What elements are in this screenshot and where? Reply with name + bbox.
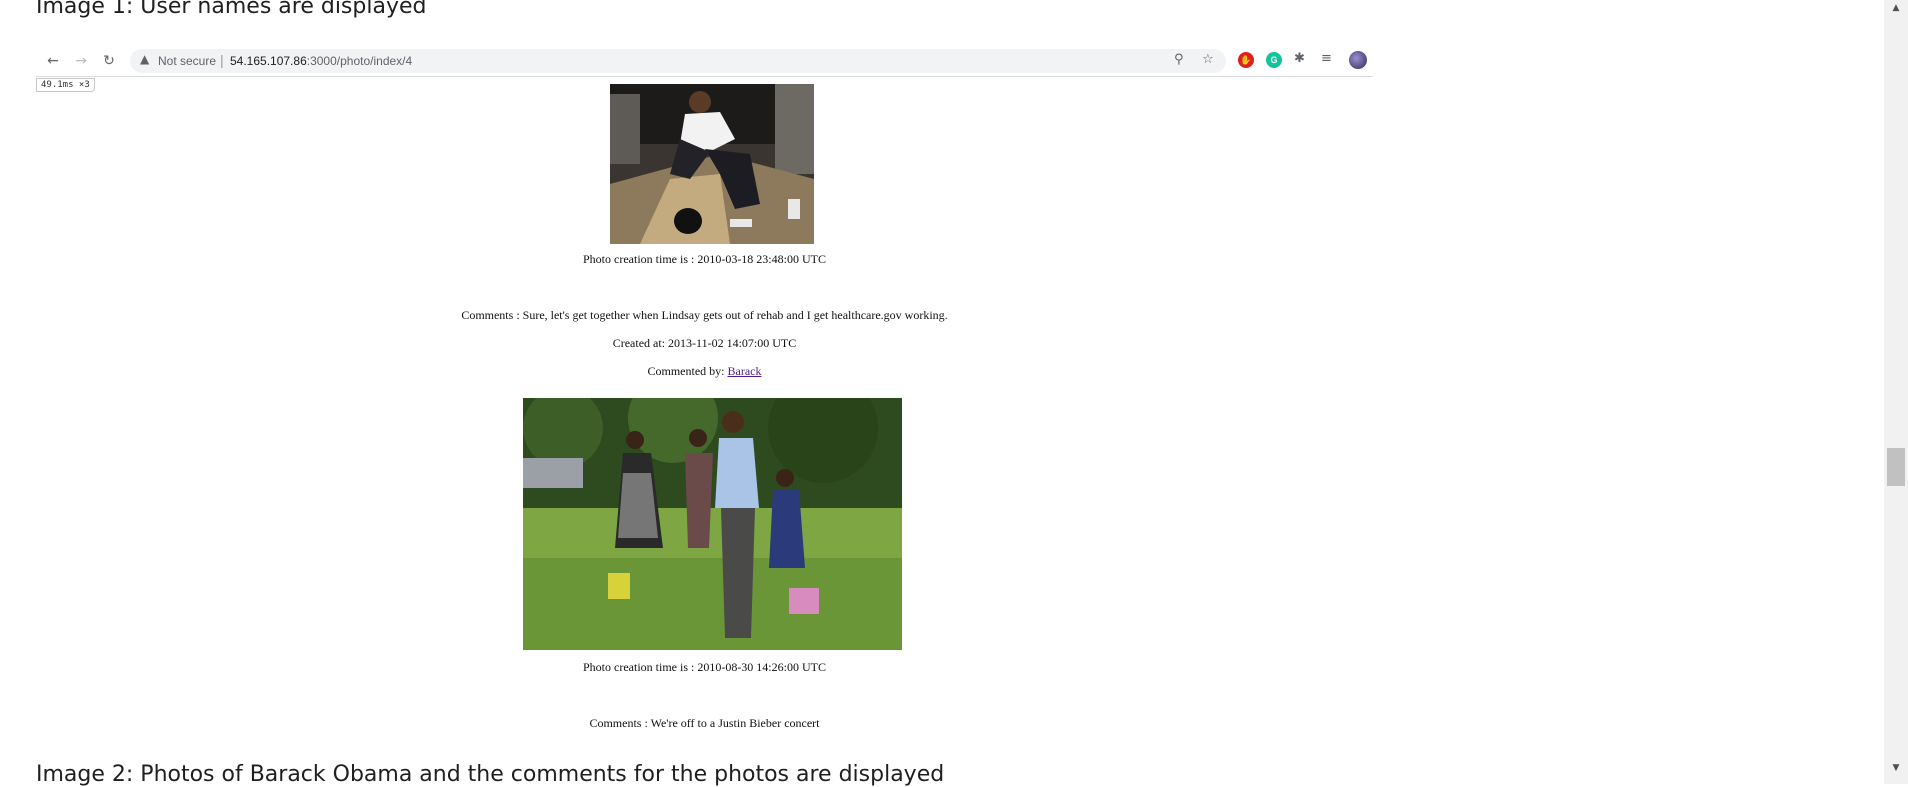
scroll-up-icon[interactable]: ▲: [1884, 0, 1908, 16]
reload-icon[interactable]: ↻: [98, 50, 120, 72]
address-url[interactable]: 54.165.107.86:3000/photo/index/4: [230, 54, 412, 68]
reading-list-icon[interactable]: ≡: [1321, 51, 1332, 66]
comment-author: Commented by: Barack: [36, 364, 1373, 378]
photo-creation-time: Photo creation time is : 2010-03-18 23:4…: [583, 252, 826, 266]
comment-text: Comments : We're off to a Justin Bieber …: [589, 716, 820, 730]
warning-triangle-icon: ▲: [140, 52, 150, 66]
magnifier-icon[interactable]: ⚲: [1174, 52, 1184, 67]
scrollbar-thumb[interactable]: [1887, 448, 1905, 486]
photo-creation-time: Photo creation time is : 2010-08-30 14:2…: [583, 660, 826, 674]
timer-badge: 49.1ms ×3: [36, 78, 95, 92]
url-rest: :3000/photo/index/4: [306, 54, 413, 68]
browser-toolbar: ← → ↻ ▲ Not secure | 54.165.107.86:3000/…: [36, 46, 1373, 77]
browser-window: ← → ↻ ▲ Not secure | 54.165.107.86:3000/…: [36, 46, 1373, 768]
scroll-down-icon[interactable]: ▼: [1884, 760, 1908, 776]
user-link[interactable]: Barack: [728, 364, 762, 378]
adblock-icon[interactable]: ✋: [1238, 52, 1254, 68]
url-host: 54.165.107.86: [230, 54, 307, 68]
arrow-left-icon[interactable]: ←: [42, 50, 64, 72]
comment-text: Comments : Sure, let's get together when…: [461, 308, 948, 322]
star-icon[interactable]: ☆: [1202, 52, 1214, 67]
grammarly-icon[interactable]: G: [1266, 52, 1282, 68]
address-separator: |: [220, 52, 224, 68]
commented-by-label: Commented by:: [647, 364, 725, 378]
puzzle-icon[interactable]: ✱: [1294, 51, 1305, 66]
page-scrollbar[interactable]: ▲ ▼: [1884, 0, 1908, 784]
comment-created-at: Created at: 2013-11-02 14:07:00 UTC: [612, 336, 797, 350]
profile-avatar-icon[interactable]: [1349, 51, 1367, 69]
address-bar[interactable]: ▲ Not secure | 54.165.107.86:3000/photo/…: [130, 49, 1226, 73]
photo-bowling-icon: [610, 84, 814, 244]
document-heading-top: Image 1: User names are displayed: [36, 0, 427, 19]
security-label[interactable]: Not secure: [158, 54, 216, 68]
document-heading-bottom: Image 2: Photos of Barack Obama and the …: [36, 762, 945, 787]
photo-family-walk-icon: [523, 398, 902, 650]
arrow-right-icon[interactable]: →: [70, 50, 92, 72]
